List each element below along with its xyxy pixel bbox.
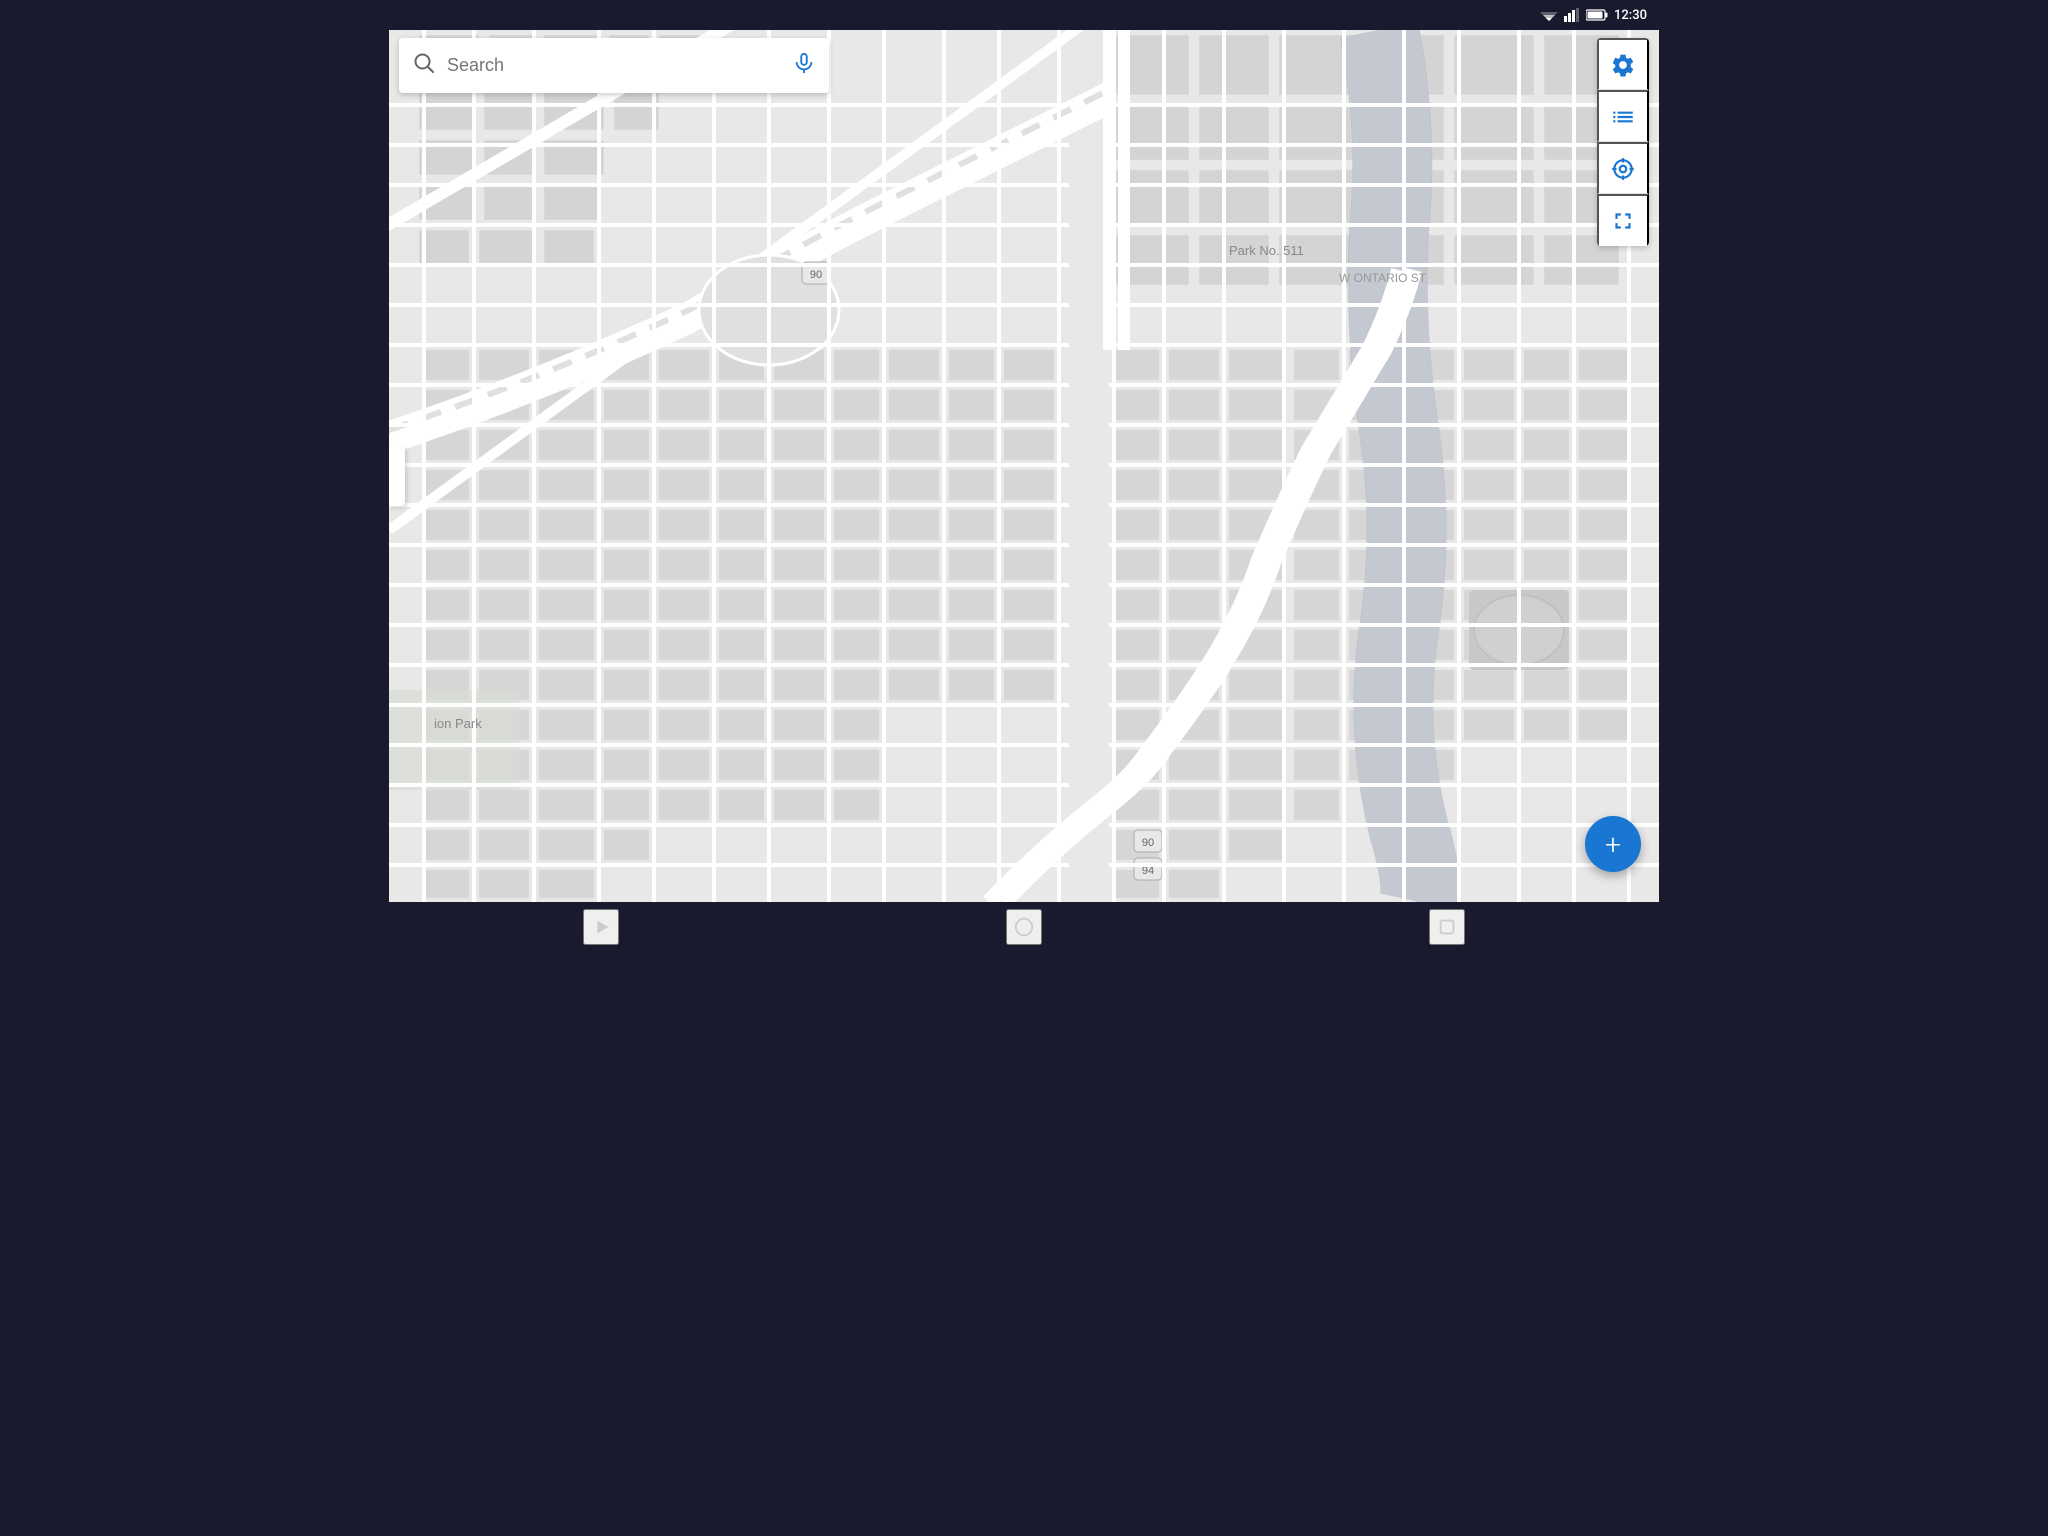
layers-icon <box>1610 104 1636 130</box>
recents-icon <box>1436 916 1458 938</box>
settings-button[interactable] <box>1597 38 1649 90</box>
signal-icon <box>1564 8 1580 22</box>
svg-text:W ONTARIO ST: W ONTARIO ST <box>1339 271 1427 285</box>
location-icon <box>1610 156 1636 182</box>
search-bar[interactable] <box>399 38 829 93</box>
svg-text:90: 90 <box>1142 837 1154 849</box>
search-input[interactable] <box>447 55 781 76</box>
status-icons: 12:30 <box>1540 8 1647 23</box>
back-nav-button[interactable] <box>583 909 619 945</box>
map-svg: 90 90 94 <box>389 30 1659 902</box>
svg-text:Park No. 511: Park No. 511 <box>1229 243 1304 258</box>
add-fab[interactable]: + <box>1585 816 1641 872</box>
wifi-icon <box>1540 8 1558 22</box>
back-icon <box>590 916 612 938</box>
left-panel-handle[interactable] <box>389 446 405 506</box>
battery-icon <box>1586 9 1608 21</box>
recents-nav-button[interactable] <box>1429 909 1465 945</box>
status-time: 12:30 <box>1614 8 1647 23</box>
svg-text:ion Park: ion Park <box>434 716 482 731</box>
gear-icon <box>1610 52 1636 78</box>
right-toolbar <box>1597 38 1649 246</box>
home-icon <box>1013 916 1035 938</box>
home-nav-button[interactable] <box>1006 909 1042 945</box>
status-bar: 12:30 <box>389 0 1659 30</box>
layers-button[interactable] <box>1597 90 1649 142</box>
search-icon <box>413 52 435 79</box>
map-container[interactable]: 90 90 94 <box>389 30 1659 902</box>
navigation-bar <box>389 902 1659 952</box>
add-icon: + <box>1605 828 1621 861</box>
location-button[interactable] <box>1597 142 1649 194</box>
microphone-icon[interactable] <box>793 52 815 79</box>
fullscreen-icon <box>1610 208 1636 234</box>
svg-text:90: 90 <box>810 269 822 281</box>
fullscreen-button[interactable] <box>1597 194 1649 246</box>
